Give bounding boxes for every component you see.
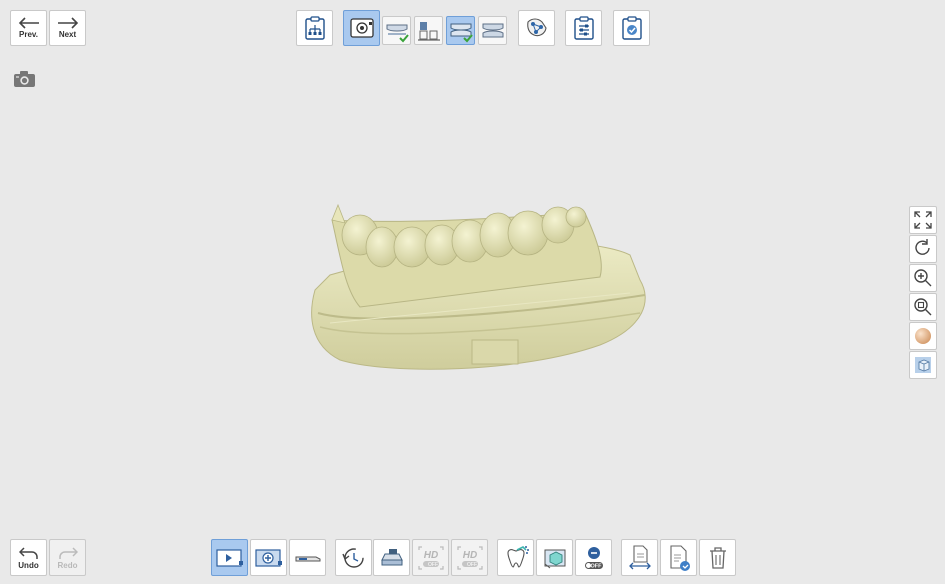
dental-model-3d[interactable] [300,195,660,380]
scan-stage-active-button[interactable] [343,10,380,46]
replay-button[interactable] [335,539,372,576]
hd-text-1: HD [423,550,437,561]
process-settings-button[interactable] [565,10,602,46]
swap-file-icon [628,544,651,569]
rotate-icon [915,239,930,255]
upper-jaw-check-icon [386,24,409,42]
delete-button[interactable] [699,539,736,576]
hd-off-icon: HD OFF [456,545,483,570]
scanner-tip-icon [295,556,320,561]
trash-icon [709,546,726,569]
off-text-1: OFF [428,562,438,568]
hd-mode-button-1[interactable]: HD OFF [412,539,449,576]
scan-area-cube-icon [544,549,565,568]
align-data-button[interactable] [518,10,555,46]
play-scan-icon [215,548,243,567]
lower-jaw-scan-button[interactable] [414,16,443,45]
hd-mode-button-2[interactable]: HD OFF [451,539,488,576]
additional-scan-button[interactable] [250,539,287,576]
redo-label: Redo [57,560,78,570]
replay-icon [341,547,364,568]
bite-scan-button[interactable] [478,16,507,45]
redo-icon [58,546,78,559]
arrow-left-icon [18,17,39,29]
clipboard-check-icon [621,16,642,40]
file-badge-icon [669,544,690,571]
camera-icon[interactable] [13,70,36,88]
arrow-right-icon [57,17,78,29]
zoom-fit-button[interactable] [909,293,937,321]
fit-to-screen-button[interactable] [909,206,937,234]
align-nodes-icon [526,18,547,37]
zoom-in-button[interactable] [909,264,937,292]
clipboard-sliders-icon [573,16,594,40]
next-button[interactable]: Next [49,10,86,46]
bite-icon [482,23,503,37]
zoom-box-icon [914,298,932,316]
start-scan-button[interactable] [211,539,248,576]
transparency-button[interactable] [909,351,937,379]
minus-off-icon: OFF [584,546,603,569]
prev-button[interactable]: Prev. [10,10,47,46]
occlusion-scan-button[interactable] [446,16,475,45]
expand-arrows-icon [914,211,932,229]
add-scan-icon [254,548,282,567]
texture-toggle-button[interactable] [909,322,937,350]
scan-plan-button[interactable] [296,10,333,46]
next-label: Next [58,30,77,39]
transparent-cube-icon [915,357,931,373]
model-base-button[interactable] [373,539,410,576]
tooth-scan-icon [506,545,529,568]
lower-jaw-icon [417,21,440,41]
redo-button[interactable]: Redo [49,539,86,576]
rotate-view-button[interactable] [909,235,937,263]
model-base-icon [380,548,403,565]
zoom-in-icon [914,269,932,287]
scanner-tip-button[interactable] [289,539,326,576]
export-data-button[interactable] [660,539,697,576]
hd-off-icon: HD OFF [417,545,444,570]
occlusion-check-icon [450,23,473,42]
tooth-scan-button[interactable] [497,539,534,576]
color-sphere-icon [915,328,931,344]
swap-data-button[interactable] [621,539,658,576]
hd-text-2: HD [462,550,476,561]
filter-toggle-button[interactable]: OFF [575,539,612,576]
undo-icon [18,546,38,559]
prev-label: Prev. [19,30,38,39]
scanner-stage-icon [349,18,374,38]
undo-button[interactable]: Undo [10,539,47,576]
undo-label: Undo [18,560,39,570]
upper-jaw-scan-button[interactable] [382,16,411,45]
scan-area-button[interactable] [536,539,573,576]
off-text-3: OFF [590,563,602,569]
clipboard-tree-icon [304,16,325,40]
complete-button[interactable] [613,10,650,46]
off-text-2: OFF [467,562,477,568]
